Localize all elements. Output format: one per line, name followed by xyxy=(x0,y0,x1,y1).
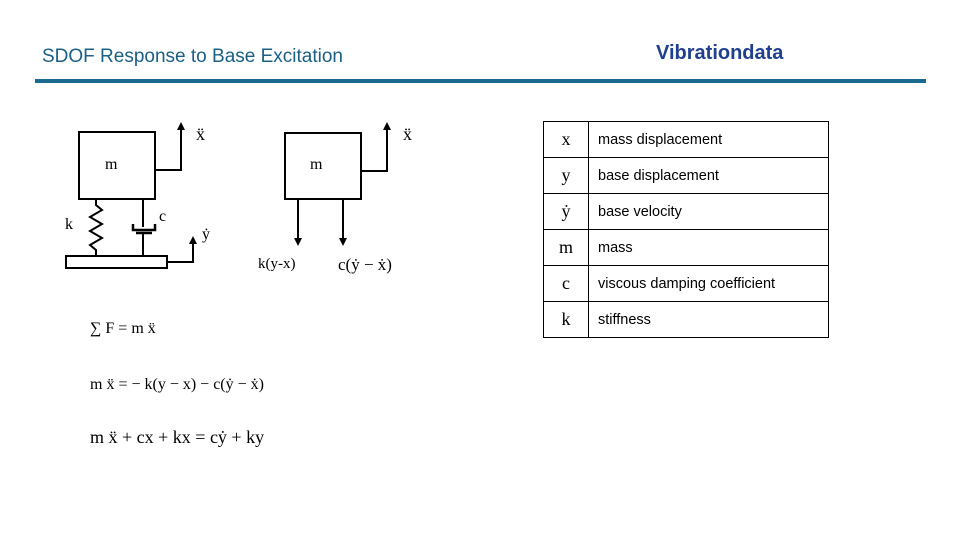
description-cell: mass xyxy=(588,229,829,266)
mass-block-right xyxy=(284,132,362,200)
spring-label: k xyxy=(65,216,73,233)
table-row: x mass displacement xyxy=(543,121,829,158)
symbol-cell: m xyxy=(543,229,589,266)
symbol-cell: ẏ xyxy=(543,193,589,230)
symbol-cell: y xyxy=(543,157,589,194)
description-cell: stiffness xyxy=(588,301,829,338)
slide: SDOF Response to Base Excitation Vibrati… xyxy=(0,0,960,540)
table-row: m mass xyxy=(543,229,829,266)
mass-accel-arrow-left xyxy=(155,122,185,171)
symbol-cell: k xyxy=(543,301,589,338)
table-row: c viscous damping coefficient xyxy=(543,265,829,302)
description-cell: base velocity xyxy=(588,193,829,230)
damper-label: c xyxy=(159,208,167,225)
mass-accel-arrow-right xyxy=(361,122,391,172)
description-cell: base displacement xyxy=(588,157,829,194)
table-row: y base displacement xyxy=(543,157,829,194)
table-row: k stiffness xyxy=(543,301,829,338)
spring-force-label: k(y-x) xyxy=(258,256,296,272)
damper-force-label: c(ẏ − ẋ) xyxy=(338,255,392,274)
equation-force-balance: m ẍ = − k(y − x) − c(ẏ − ẋ) xyxy=(90,376,264,393)
equation-of-motion: m ẍ + cx + kx = cẏ + ky xyxy=(90,427,265,447)
table-row: ẏ base velocity xyxy=(543,193,829,230)
description-cell: mass displacement xyxy=(588,121,829,158)
base-accel-label: ẏ xyxy=(202,226,210,243)
base-accel-arrow xyxy=(167,236,197,263)
spring xyxy=(88,199,104,256)
symbol-table: x mass displacement y base displacement ẏb… xyxy=(543,121,829,338)
symbol-cell: c xyxy=(543,265,589,302)
mass-accel-label-right: ẍ xyxy=(403,124,412,144)
equation-newton: ∑ F = m ẍ xyxy=(90,320,156,337)
symbol-cell: x xyxy=(543,121,589,158)
mass-label-left: m xyxy=(105,156,118,173)
description-cell: viscous damping coefficient xyxy=(588,265,829,302)
mass-accel-label-left: ẍ xyxy=(196,124,205,144)
mass-label-right: m xyxy=(310,156,323,173)
base-plate xyxy=(65,255,168,269)
